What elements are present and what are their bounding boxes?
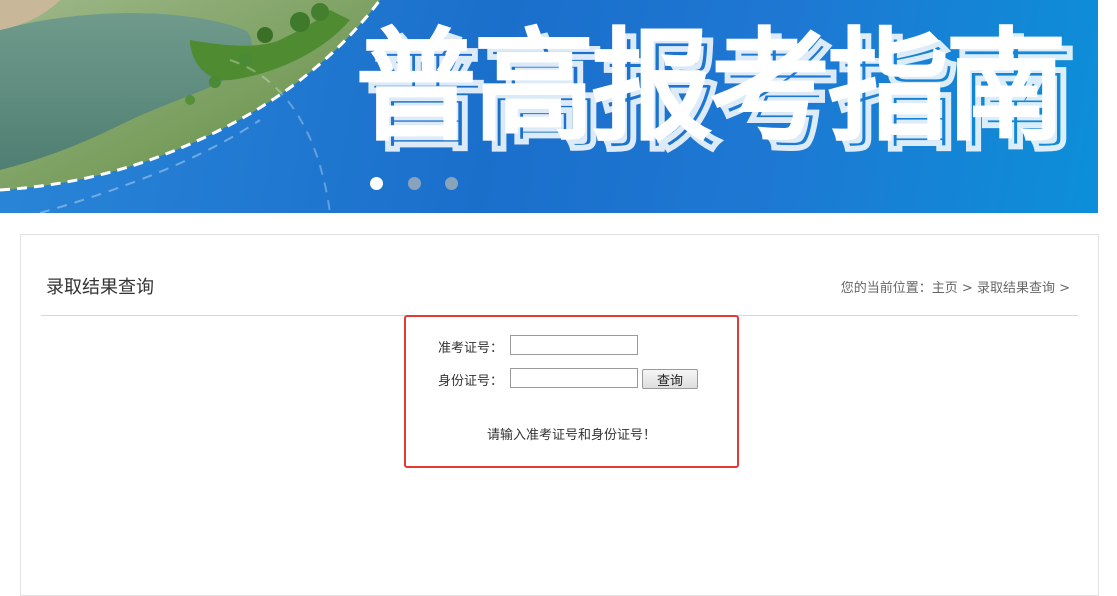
breadcrumb-current-link[interactable]: 录取结果查询 (977, 281, 1055, 296)
breadcrumb-separator: > (961, 281, 973, 296)
content-panel: 录取结果查询 您的当前位置：主页 > 录取结果查询 > 准考证号： 身份证号： … (20, 234, 1099, 596)
breadcrumb: 您的当前位置：主页 > 录取结果查询 > (841, 277, 1070, 296)
carousel-dot-2[interactable] (408, 177, 421, 190)
id-card-input[interactable] (510, 368, 638, 388)
carousel-dot-1[interactable] (370, 177, 383, 190)
carousel-dot-3[interactable] (445, 177, 458, 190)
query-form: 准考证号： 身份证号： 查询 请输入准考证号和身份证号！ (404, 315, 739, 468)
page-title: 录取结果查询 (46, 277, 154, 298)
banner: 普高报考指南 普高报考指南 (0, 0, 1098, 213)
breadcrumb-prefix: 您的当前位置： (840, 281, 932, 296)
breadcrumb-trailing-separator: > (1059, 281, 1070, 296)
id-card-row: 身份证号： 查询 (406, 368, 737, 390)
query-button[interactable]: 查询 (642, 369, 698, 389)
exam-id-input[interactable] (510, 335, 638, 355)
id-card-label: 身份证号： (438, 374, 504, 389)
exam-id-row: 准考证号： (406, 335, 737, 357)
exam-id-label: 准考证号： (438, 341, 504, 356)
breadcrumb-home-link[interactable]: 主页 (932, 281, 958, 296)
form-hint: 请输入准考证号和身份证号！ (486, 428, 656, 443)
banner-title: 普高报考指南 普高报考指南 (355, 12, 1095, 169)
banner-title-text: 普高报考指南 (355, 16, 1067, 158)
